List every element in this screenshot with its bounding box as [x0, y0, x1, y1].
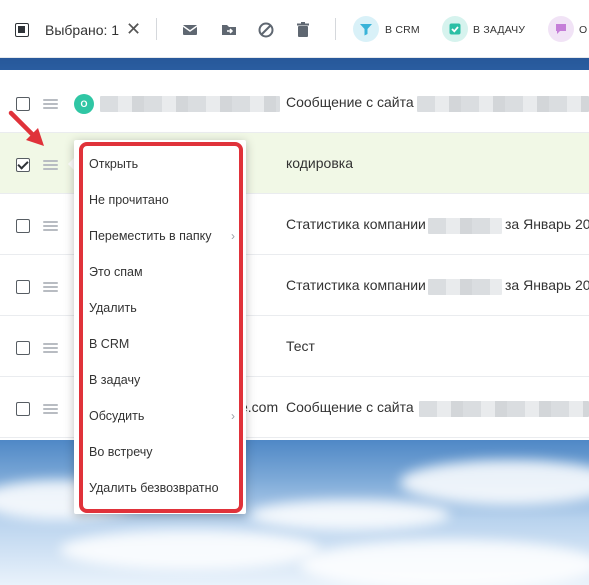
drag-handle-icon[interactable]: [43, 221, 58, 231]
red-arrow-icon: [8, 110, 44, 146]
task-check-icon: [449, 23, 461, 35]
redacted-sender: [100, 96, 280, 112]
toolbar-divider: [156, 18, 157, 40]
drag-handle-icon[interactable]: [43, 343, 58, 353]
message-row[interactable]: О Сообщение с сайта: [0, 72, 589, 133]
menu-item-to-meeting[interactable]: Во встречу: [89, 440, 239, 464]
drag-handle-icon[interactable]: [43, 282, 58, 292]
row-checkbox-checked[interactable]: [16, 158, 30, 172]
trash-icon[interactable]: [293, 20, 313, 40]
envelope-icon[interactable]: [180, 20, 200, 40]
chevron-right-icon: ›: [231, 409, 235, 423]
block-spam-icon[interactable]: [256, 20, 276, 40]
menu-item-mark-unread[interactable]: Не прочитано: [89, 188, 239, 212]
menu-item-spam[interactable]: Это спам: [89, 260, 239, 284]
menu-item-to-task[interactable]: В задачу: [89, 368, 239, 392]
message-subject-tail: за Январь 20: [505, 216, 589, 232]
message-subject: Сообщение с сайта: [286, 94, 414, 110]
row-checkbox[interactable]: [16, 219, 30, 233]
crm-button[interactable]: [353, 16, 379, 42]
message-subject: Статистика компании: [286, 216, 426, 232]
discuss-button[interactable]: [548, 16, 574, 42]
bulk-action-toolbar: Выбрано: 1 ✕ В CRM В ЗАДАЧУ О: [0, 0, 589, 58]
redacted-subject-part: [428, 279, 502, 295]
crm-button-label[interactable]: В CRM: [385, 24, 420, 36]
select-all-checkbox[interactable]: [15, 23, 29, 37]
funnel-icon: [360, 24, 372, 36]
selected-count-label: Выбрано: 1: [45, 22, 120, 38]
avatar: О: [74, 94, 94, 114]
drag-handle-icon[interactable]: [43, 160, 58, 170]
message-subject-tail: за Январь 20: [505, 277, 589, 293]
message-subject: Сообщение с сайта: [286, 399, 414, 415]
message-subject: Тест: [286, 338, 315, 354]
menu-item-delete-permanently[interactable]: Удалить безвозвратно: [89, 476, 239, 500]
menu-item-delete[interactable]: Удалить: [89, 296, 239, 320]
redacted-subject-part: [417, 96, 589, 112]
drag-handle-icon[interactable]: [43, 404, 58, 414]
menu-item-discuss[interactable]: Обсудить ›: [89, 404, 239, 428]
message-subject: кодировка: [286, 155, 353, 171]
redacted-subject-part: [419, 401, 589, 417]
message-subject: Статистика компании: [286, 277, 426, 293]
menu-item-to-crm[interactable]: В CRM: [89, 332, 239, 356]
row-checkbox[interactable]: [16, 402, 30, 416]
clear-selection-close-icon[interactable]: ✕: [126, 19, 141, 39]
menu-item-move-to-folder[interactable]: Переместить в папку ›: [89, 224, 239, 248]
discuss-button-label[interactable]: О: [579, 24, 587, 36]
toolbar-divider: [335, 18, 336, 40]
row-checkbox[interactable]: [16, 341, 30, 355]
chevron-right-icon: ›: [231, 229, 235, 243]
row-checkbox[interactable]: [16, 280, 30, 294]
context-menu: Открыть Не прочитано Переместить в папку…: [74, 140, 246, 514]
chat-icon: [556, 24, 566, 34]
redacted-subject-part: [428, 218, 502, 234]
task-button-label[interactable]: В ЗАДАЧУ: [473, 24, 525, 36]
menu-item-open[interactable]: Открыть: [89, 152, 239, 176]
move-folder-icon[interactable]: [219, 20, 239, 40]
task-button[interactable]: [442, 16, 468, 42]
